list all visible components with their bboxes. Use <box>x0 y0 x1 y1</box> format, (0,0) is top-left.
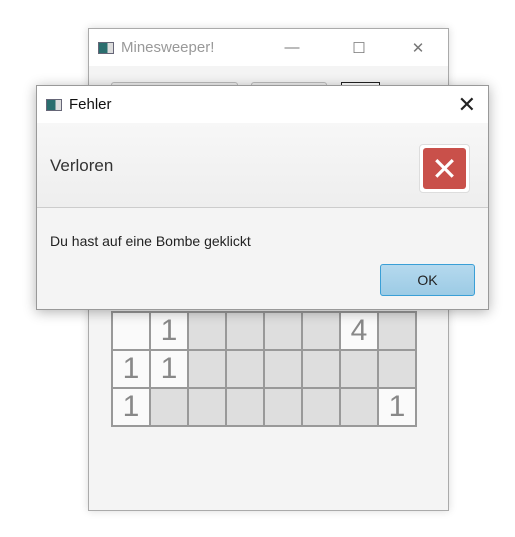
grid-cell[interactable] <box>340 388 378 426</box>
error-x-icon: ✕ <box>423 148 466 189</box>
title-bar: Minesweeper! — ☐ ✕ <box>89 29 448 66</box>
dialog-close-button[interactable]: ✕ <box>458 92 476 118</box>
grid-cell[interactable]: 1 <box>150 312 188 350</box>
header-text: Verloren <box>50 156 114 175</box>
minimize-button[interactable]: — <box>269 29 315 66</box>
grid-cell[interactable] <box>264 388 302 426</box>
dialog-header: Verloren ✕ <box>37 123 488 208</box>
grid-cell[interactable]: 4 <box>340 312 378 350</box>
mine-grid: 141111 <box>111 311 417 427</box>
grid-cell[interactable] <box>302 312 340 350</box>
grid-cell[interactable] <box>378 350 416 388</box>
ok-button[interactable]: OK <box>380 264 475 296</box>
dialog-title-bar: Fehler ✕ <box>37 86 488 123</box>
maximize-button[interactable]: ☐ <box>336 29 382 66</box>
window-title: Minesweeper! <box>121 39 215 56</box>
error-dialog: Fehler ✕ Verloren ✕ Du hast auf eine Bom… <box>36 85 489 310</box>
grid-cell[interactable] <box>264 350 302 388</box>
grid-cell[interactable] <box>150 388 188 426</box>
grid-cell[interactable] <box>188 312 226 350</box>
grid-cell[interactable] <box>188 388 226 426</box>
app-icon <box>46 98 62 111</box>
grid-cell[interactable]: 1 <box>378 388 416 426</box>
grid-cell[interactable] <box>340 350 378 388</box>
app-icon <box>98 41 114 54</box>
grid-cell[interactable]: 1 <box>112 388 150 426</box>
grid-cell[interactable] <box>226 312 264 350</box>
grid-cell[interactable] <box>264 312 302 350</box>
error-icon: ✕ <box>419 144 470 193</box>
grid-cell[interactable] <box>302 350 340 388</box>
close-button[interactable]: ✕ <box>395 29 441 66</box>
dialog-title: Fehler <box>69 96 112 113</box>
grid-cell[interactable]: 1 <box>112 350 150 388</box>
grid-cell[interactable]: 1 <box>150 350 188 388</box>
grid-cell[interactable] <box>302 388 340 426</box>
grid-cell[interactable] <box>226 388 264 426</box>
dialog-message: Du hast auf eine Bombe geklickt <box>50 233 251 249</box>
grid-cell[interactable] <box>188 350 226 388</box>
grid-cell[interactable] <box>226 350 264 388</box>
grid-cell[interactable] <box>112 312 150 350</box>
grid-cell[interactable] <box>378 312 416 350</box>
